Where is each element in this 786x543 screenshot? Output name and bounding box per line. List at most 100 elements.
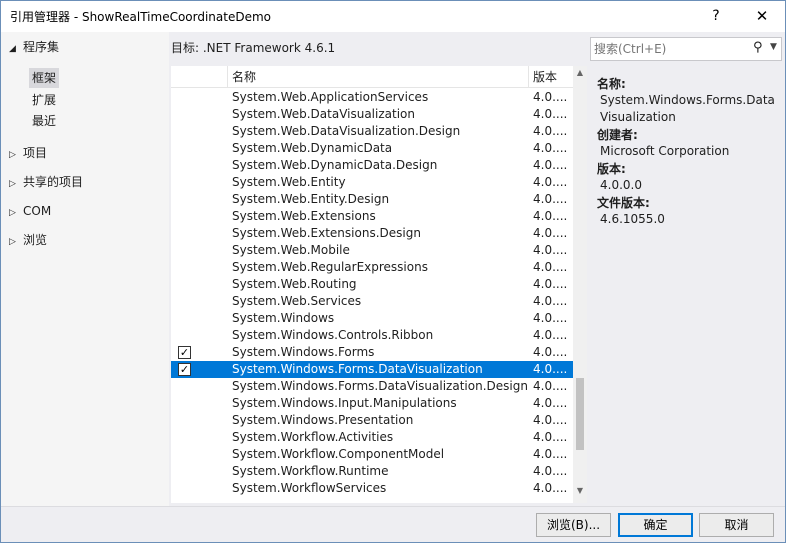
table-row[interactable]: System.Web.DataVisualization 4.0.... <box>171 106 573 123</box>
browse-button[interactable]: 浏览(B)... <box>536 513 611 537</box>
table-row[interactable]: System.WorkflowServices 4.0.... <box>171 480 573 497</box>
category-tree: ◢ 程序集 框架 扩展 最近 ▷ 项目 ▷ 共享的项目 ▷ COM ▷ 浏览 <box>1 32 169 506</box>
column-header-name[interactable]: 名称 <box>228 66 529 88</box>
expanded-arrow-icon: ◢ <box>9 44 16 54</box>
tree-node-assemblies[interactable]: ◢ 程序集 <box>1 37 59 57</box>
table-row[interactable]: System.Workflow.ComponentModel 4.0.... <box>171 446 573 463</box>
assembly-name: System.WorkflowServices <box>232 481 387 495</box>
assembly-version: 4.0.... <box>533 481 568 495</box>
tree-node-projects[interactable]: ▷ 项目 <box>1 143 47 163</box>
table-row[interactable]: System.Web.Services 4.0.... <box>171 293 573 310</box>
list-rows: System.Web.ApplicationServices 4.0.... Sys… <box>171 89 573 503</box>
assembly-version: 4.0.... <box>533 192 568 206</box>
assembly-name: System.Workflow.ComponentModel <box>232 447 445 461</box>
scroll-up-icon[interactable]: ▲ <box>573 68 587 82</box>
ok-button[interactable]: 确定 <box>618 513 693 537</box>
assembly-version: 4.0.... <box>533 243 568 257</box>
assembly-name: System.Web.DynamicData.Design <box>232 158 438 172</box>
close-button[interactable]: ✕ <box>739 1 785 32</box>
detail-creator-value: Microsoft Corporation <box>600 144 730 158</box>
list-header: 名称 版本 <box>171 66 573 88</box>
assembly-name: System.Windows.Forms <box>232 345 375 359</box>
table-row[interactable]: System.Web.Entity 4.0.... <box>171 174 573 191</box>
assembly-name: System.Web.Extensions.Design <box>232 226 421 240</box>
table-row[interactable]: System.Web.Mobile 4.0.... <box>171 242 573 259</box>
search-icon[interactable]: ⚲ <box>753 40 763 55</box>
table-row[interactable]: System.Web.ApplicationServices 4.0.... <box>171 89 573 106</box>
table-row[interactable]: System.Web.RegularExpressions 4.0.... <box>171 259 573 276</box>
tree-item-recent[interactable]: 最近 <box>32 111 56 131</box>
assembly-name: System.Web.ApplicationServices <box>232 90 429 104</box>
table-row[interactable]: ✓ System.Windows.Forms.DataVisualization 4… <box>171 361 573 378</box>
table-row[interactable]: System.Windows.Controls.Ribbon 4.0.... <box>171 327 573 344</box>
assembly-version: 4.0.... <box>533 328 568 342</box>
tree-node-com[interactable]: ▷ COM <box>1 201 51 221</box>
scroll-down-icon[interactable]: ▼ <box>573 486 587 500</box>
vertical-scrollbar[interactable]: ▲ ▼ <box>573 66 587 503</box>
assembly-name: System.Windows <box>232 311 335 325</box>
checkbox[interactable]: ✓ <box>178 363 191 376</box>
footer-divider <box>1 506 785 507</box>
assembly-name: System.Windows.Controls.Ribbon <box>232 328 434 342</box>
tree-node-browse[interactable]: ▷ 浏览 <box>1 230 47 250</box>
tree-node-label: COM <box>23 204 52 218</box>
detail-version-value: 4.0.0.0 <box>600 178 642 192</box>
search-box[interactable]: ⚲ ▼ <box>590 37 782 61</box>
assembly-name: System.Workflow.Runtime <box>232 464 389 478</box>
tree-node-label: 浏览 <box>23 233 48 247</box>
table-row[interactable]: System.Windows 4.0.... <box>171 310 573 327</box>
assembly-version: 4.0.... <box>533 124 568 138</box>
assembly-version: 4.0.... <box>533 345 568 359</box>
collapsed-arrow-icon: ▷ <box>9 179 16 189</box>
assembly-version: 4.0.... <box>533 464 568 478</box>
details-pane: 名称: System.Windows.Forms.DataVisualizati… <box>590 66 782 503</box>
assembly-version: 4.0.... <box>533 379 568 393</box>
assembly-version: 4.0.... <box>533 294 568 308</box>
collapsed-arrow-icon: ▷ <box>9 150 16 160</box>
table-row[interactable]: System.Web.DataVisualization.Design 4.0..… <box>171 123 573 140</box>
assembly-version: 4.0.... <box>533 175 568 189</box>
chevron-down-icon[interactable]: ▼ <box>770 42 777 52</box>
table-row[interactable]: System.Web.DynamicData 4.0.... <box>171 140 573 157</box>
table-row[interactable]: ✓ System.Windows.Forms 4.0.... <box>171 344 573 361</box>
table-row[interactable]: System.Windows.Presentation 4.0.... <box>171 412 573 429</box>
assembly-version: 4.0.... <box>533 141 568 155</box>
assembly-name: System.Web.Services <box>232 294 362 308</box>
table-row[interactable]: System.Web.Routing 4.0.... <box>171 276 573 293</box>
detail-creator-label: 创建者: <box>597 128 638 142</box>
tree-item-framework[interactable]: 框架 <box>29 68 60 88</box>
tree-node-shared-projects[interactable]: ▷ 共享的项目 <box>1 172 83 192</box>
table-row[interactable]: System.Workflow.Activities 4.0.... <box>171 429 573 446</box>
assembly-name: System.Workflow.Activities <box>232 430 394 444</box>
assembly-version: 4.0.... <box>533 107 568 121</box>
tree-node-label: 项目 <box>23 146 48 160</box>
table-row[interactable]: System.Workflow.Runtime 4.0.... <box>171 463 573 480</box>
assembly-name: System.Web.RegularExpressions <box>232 260 428 274</box>
assembly-name: System.Web.Entity <box>232 175 346 189</box>
table-row[interactable]: System.Web.Extensions.Design 4.0.... <box>171 225 573 242</box>
column-header-check[interactable] <box>171 66 228 88</box>
collapsed-arrow-icon: ▷ <box>9 237 16 247</box>
cancel-button[interactable]: 取消 <box>699 513 774 537</box>
table-row[interactable]: System.Windows.Forms.DataVisualization.D… <box>171 378 573 395</box>
detail-file-version-value: 4.6.1055.0 <box>600 212 665 226</box>
assembly-name: System.Windows.Input.Manipulations <box>232 396 457 410</box>
table-row[interactable]: System.Web.Extensions 4.0.... <box>171 208 573 225</box>
collapsed-arrow-icon: ▷ <box>9 208 16 218</box>
checkbox[interactable]: ✓ <box>178 346 191 359</box>
detail-version-label: 版本: <box>597 162 626 176</box>
tree-node-label: 共享的项目 <box>23 175 84 189</box>
help-button[interactable]: ? <box>693 1 739 32</box>
assembly-version: 4.0.... <box>533 396 568 410</box>
table-row[interactable]: System.Web.DynamicData.Design 4.0.... <box>171 157 573 174</box>
assembly-version: 4.0.... <box>533 447 568 461</box>
tree-item-extensions[interactable]: 扩展 <box>32 90 56 110</box>
assembly-name: System.Web.Extensions <box>232 209 376 223</box>
table-row[interactable]: System.Web.Entity.Design 4.0.... <box>171 191 573 208</box>
assembly-version: 4.0.... <box>533 277 568 291</box>
assembly-name: System.Web.Mobile <box>232 243 350 257</box>
table-row[interactable]: System.Windows.Input.Manipulations 4.0...… <box>171 395 573 412</box>
column-header-version[interactable]: 版本 <box>529 66 573 88</box>
search-input[interactable] <box>594 40 749 58</box>
scroll-thumb[interactable] <box>576 378 584 450</box>
